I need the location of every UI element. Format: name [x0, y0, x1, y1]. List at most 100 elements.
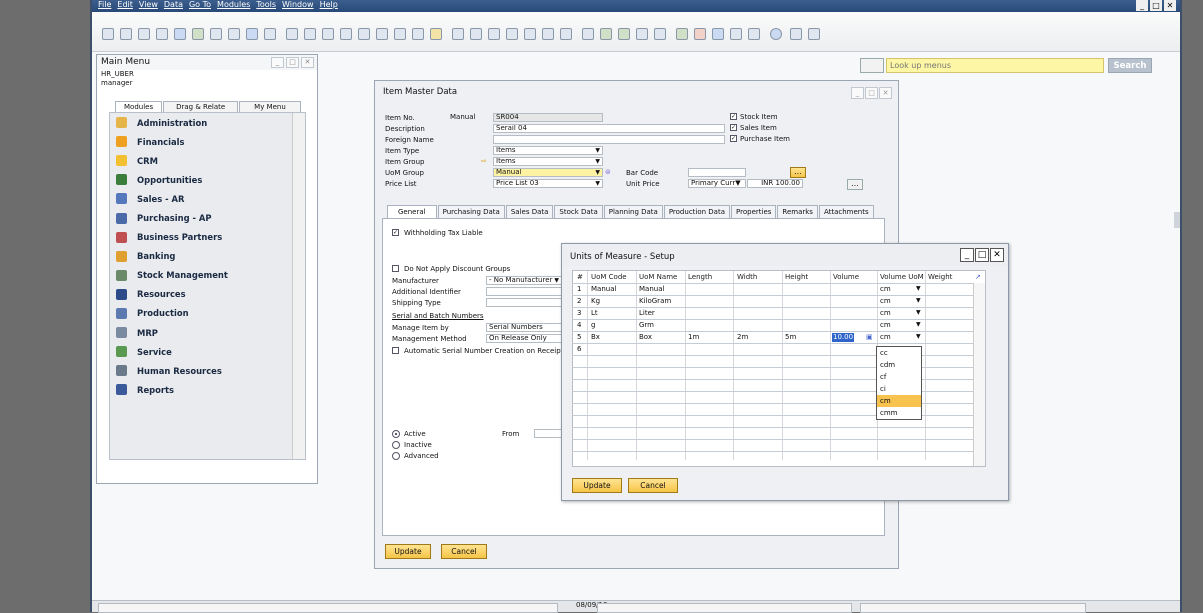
minimize-icon[interactable]: _: [851, 87, 864, 99]
help-icon[interactable]: [770, 28, 782, 40]
message-icon[interactable]: [636, 28, 648, 40]
maximize-icon[interactable]: □: [1150, 0, 1162, 11]
stock-item-checkbox[interactable]: ✓: [730, 113, 737, 120]
minimize-icon[interactable]: _: [960, 248, 974, 262]
module-item[interactable]: Financials: [110, 132, 305, 151]
module-item[interactable]: Banking: [110, 247, 305, 266]
close-icon[interactable]: ✕: [1164, 0, 1176, 11]
description-field[interactable]: Serail 04: [493, 124, 725, 133]
module-item[interactable]: Resources: [110, 285, 305, 304]
uom-code-cell[interactable]: Manual: [591, 284, 616, 295]
bar-code-field[interactable]: [688, 168, 746, 177]
length-cell[interactable]: 1m: [688, 332, 699, 343]
mgmt-method-select[interactable]: On Release Only: [486, 334, 562, 343]
fax-icon[interactable]: [174, 28, 186, 40]
module-item[interactable]: Opportunities: [110, 170, 305, 189]
refresh-icon[interactable]: [394, 28, 406, 40]
module-item[interactable]: Purchasing - AP: [110, 208, 305, 227]
close-icon[interactable]: ✕: [879, 87, 892, 99]
width-cell[interactable]: 2m: [737, 332, 748, 343]
chevron-down-icon[interactable]: ▼: [916, 295, 921, 306]
filter-icon[interactable]: [412, 28, 424, 40]
calendar-icon[interactable]: [676, 28, 688, 40]
add-icon[interactable]: [304, 28, 316, 40]
volume-uom-cell[interactable]: cm: [880, 320, 891, 331]
chevron-down-icon[interactable]: ▼: [916, 331, 921, 342]
new-document-icon[interactable]: [600, 28, 612, 40]
dropdown-option[interactable]: cdm: [877, 359, 921, 371]
uom-name-cell[interactable]: Box: [639, 332, 652, 343]
lookup-input[interactable]: [886, 58, 1104, 73]
menu-tools[interactable]: Tools: [256, 0, 276, 10]
column-header[interactable]: UoM Name: [639, 271, 677, 283]
column-header[interactable]: Width: [737, 271, 757, 283]
module-list-scrollbar[interactable]: [292, 113, 305, 459]
tab-stock-data[interactable]: Stock Data: [554, 205, 603, 218]
item-group-select[interactable]: Items: [493, 157, 603, 166]
dropdown-option[interactable]: cf: [877, 371, 921, 383]
export-pdf-icon[interactable]: [228, 28, 240, 40]
target-document-icon[interactable]: [470, 28, 482, 40]
auto-serial-checkbox[interactable]: [392, 347, 399, 354]
module-item[interactable]: Production: [110, 304, 305, 323]
manage-by-select[interactable]: Serial Numbers: [486, 323, 562, 332]
lookup-options-icon[interactable]: [860, 58, 884, 73]
journal-icon[interactable]: [488, 28, 500, 40]
price-list-select[interactable]: Price List 03: [493, 179, 603, 188]
print-icon[interactable]: [120, 28, 132, 40]
export-excel-icon[interactable]: [192, 28, 204, 40]
column-header[interactable]: UoM Code: [591, 271, 627, 283]
uom-group-select[interactable]: Manual: [493, 168, 603, 177]
uom-code-cell[interactable]: Lt: [591, 308, 598, 319]
item-type-select[interactable]: Items: [493, 146, 603, 155]
advanced-radio[interactable]: [392, 452, 400, 460]
calculator-icon[interactable]: ▣: [866, 332, 873, 343]
close-icon[interactable]: ✕: [990, 248, 1004, 262]
withholding-checkbox[interactable]: ✓: [392, 229, 399, 236]
uom-code-cell[interactable]: Kg: [591, 296, 600, 307]
search-button[interactable]: Search: [1108, 58, 1152, 73]
last-record-icon[interactable]: [376, 28, 388, 40]
menu-goto[interactable]: Go To: [189, 0, 211, 10]
calculator-icon[interactable]: [694, 28, 706, 40]
previous-record-icon[interactable]: [340, 28, 352, 40]
unit-price-currency[interactable]: Primary Curr▼: [688, 179, 746, 188]
column-header[interactable]: Volume UoM: [880, 271, 925, 283]
org-chart-icon[interactable]: [730, 28, 742, 40]
dropdown-option[interactable]: ci: [877, 383, 921, 395]
tab-remarks[interactable]: Remarks: [777, 205, 818, 218]
sales-item-checkbox[interactable]: ✓: [730, 124, 737, 131]
additional-id-field[interactable]: [486, 287, 562, 296]
launch-app-icon[interactable]: [246, 28, 258, 40]
uom-cancel-button[interactable]: Cancel: [628, 478, 678, 493]
module-item[interactable]: CRM: [110, 151, 305, 170]
uom-name-cell[interactable]: Liter: [639, 308, 655, 319]
item-no-field[interactable]: SR004: [493, 113, 603, 122]
menu-file[interactable]: File: [98, 0, 111, 10]
tab-attachments[interactable]: Attachments: [818, 205, 874, 218]
find-icon[interactable]: [286, 28, 298, 40]
payment-means-icon[interactable]: [542, 28, 554, 40]
manufacturer-select[interactable]: - No Manufacturer -: [486, 276, 562, 285]
module-item[interactable]: Sales - AR: [110, 189, 305, 208]
side-tab[interactable]: [1174, 212, 1180, 228]
layout-icon[interactable]: [808, 28, 820, 40]
dropdown-option[interactable]: cmm: [877, 407, 921, 419]
chevron-down-icon[interactable]: ▼: [916, 319, 921, 330]
inactive-radio[interactable]: [392, 441, 400, 449]
menu-window[interactable]: Window: [282, 0, 314, 10]
query-icon[interactable]: [560, 28, 572, 40]
dropdown-option[interactable]: cc: [877, 347, 921, 359]
cancel-button[interactable]: Cancel: [441, 544, 487, 559]
settings-icon[interactable]: [790, 28, 802, 40]
dropdown-option-selected[interactable]: cm: [877, 395, 921, 407]
report-icon[interactable]: [712, 28, 724, 40]
menu-data[interactable]: Data: [164, 0, 183, 10]
module-item[interactable]: Reports: [110, 380, 305, 399]
no-discount-checkbox[interactable]: [392, 265, 399, 272]
menu-modules[interactable]: Modules: [217, 0, 250, 10]
tab-sales-data[interactable]: Sales Data: [505, 205, 554, 218]
column-header[interactable]: Length: [688, 271, 712, 283]
sms-icon[interactable]: [156, 28, 168, 40]
base-document-icon[interactable]: [452, 28, 464, 40]
